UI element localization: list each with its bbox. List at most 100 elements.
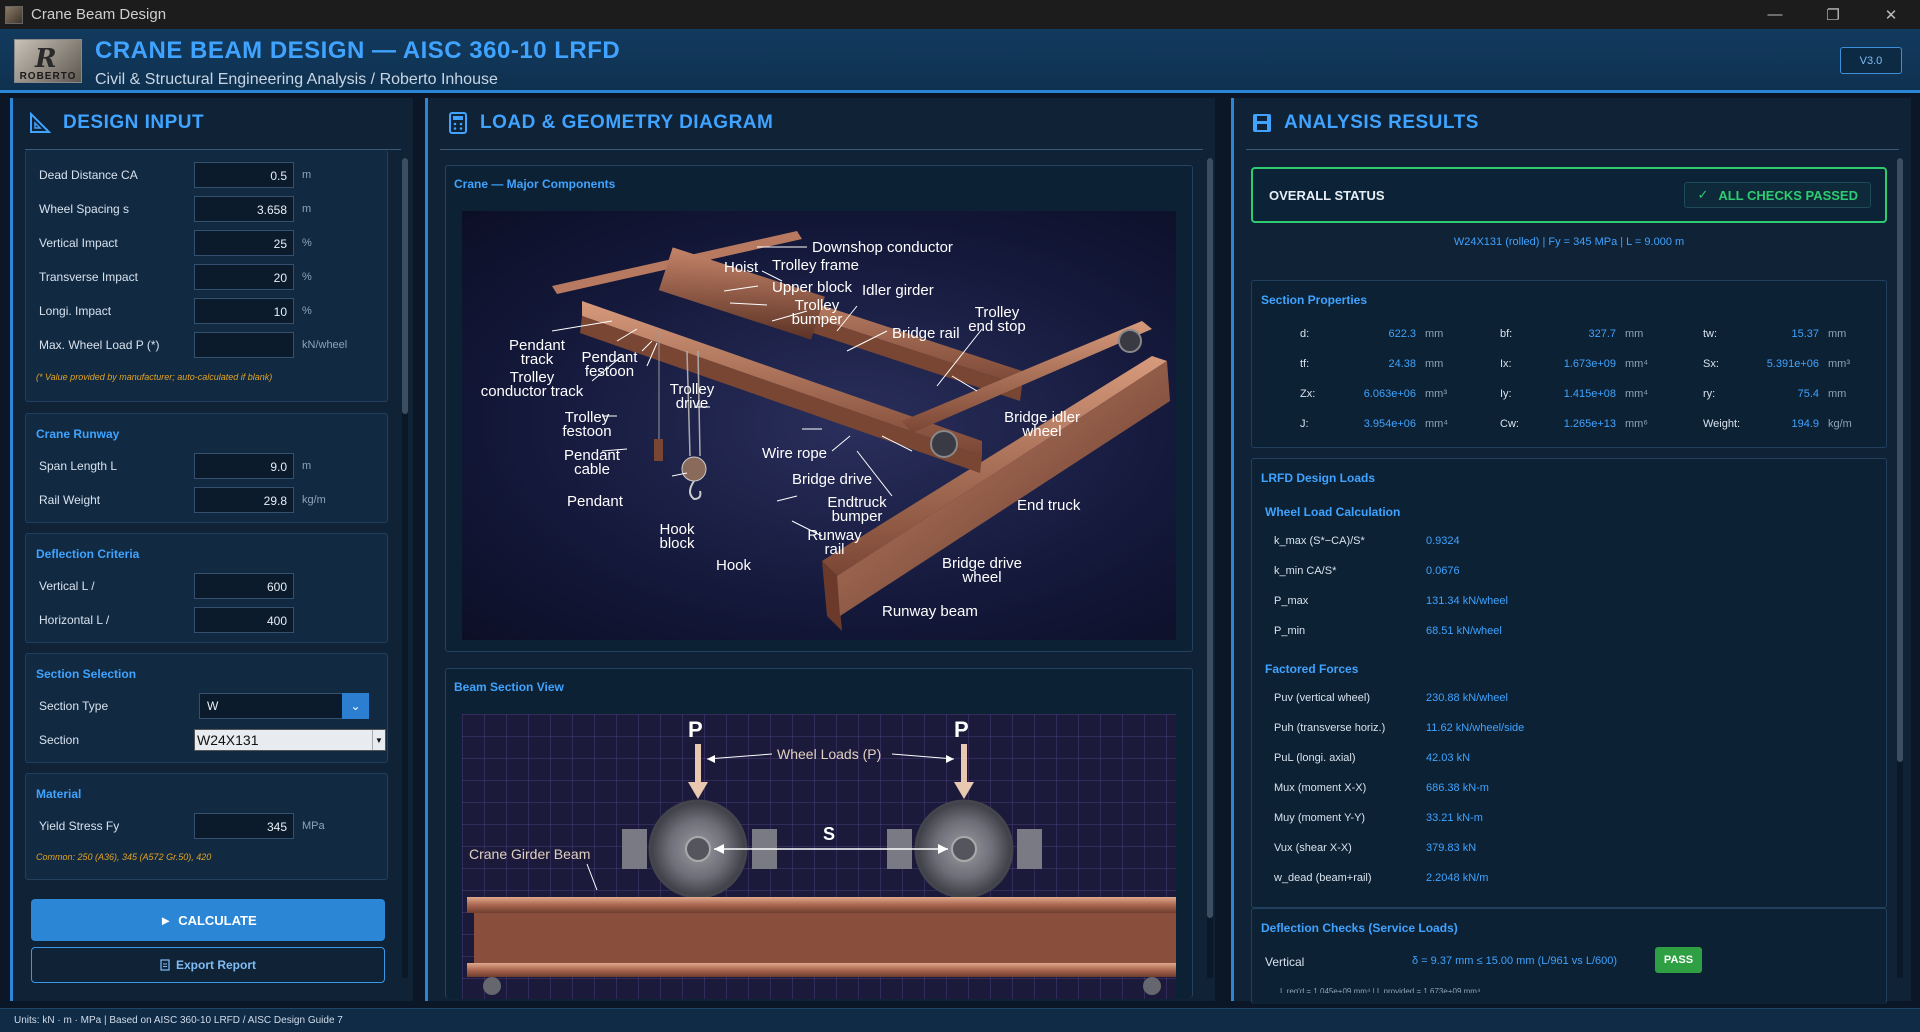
property-name: Iy: bbox=[1500, 388, 1512, 400]
deflection-title: Deflection Criteria bbox=[36, 547, 140, 561]
beam-section-card: Beam Section View P P Wheel Loads (P) S … bbox=[445, 668, 1193, 999]
material-note: Common: 250 (A36), 345 (A572 Gr.50), 420 bbox=[36, 852, 212, 862]
row-value: 686.38 kN-m bbox=[1426, 782, 1489, 794]
calculate-button[interactable]: ► CALCULATE bbox=[31, 899, 385, 941]
row-value: 131.34 kN/wheel bbox=[1426, 595, 1508, 607]
deflection-vertical-value: δ = 9.37 mm ≤ 15.00 mm (L/961 vs L/600) bbox=[1412, 955, 1618, 967]
maximize-button[interactable]: ❐ bbox=[1804, 0, 1862, 29]
property-value: 5.391e+06 bbox=[1766, 358, 1819, 370]
runway-title: Crane Runway bbox=[36, 427, 120, 441]
app-icon bbox=[5, 5, 23, 24]
property-value: 24.38 bbox=[1388, 358, 1416, 370]
overall-status-label: OVERALL STATUS bbox=[1269, 188, 1385, 203]
property-value: 3.954e+06 bbox=[1363, 418, 1416, 430]
property-name: bf: bbox=[1500, 328, 1513, 340]
crane-params-card: Dead Distance CA 0.5 m Wheel Spacing s 3… bbox=[25, 150, 388, 402]
divider bbox=[1246, 149, 1899, 150]
property-unit: kg/m bbox=[1828, 418, 1852, 430]
horizontal-limit-input[interactable]: 400 bbox=[194, 607, 294, 633]
property-name: tw: bbox=[1703, 328, 1718, 340]
property-value: 1.265e+13 bbox=[1563, 418, 1616, 430]
wheel-load-title: Wheel Load Calculation bbox=[1265, 505, 1401, 519]
left-scrollbar[interactable] bbox=[402, 158, 408, 978]
vertical-limit-input[interactable]: 600 bbox=[194, 573, 294, 599]
field-longi-impact: Longi. Impact 10 % bbox=[39, 298, 312, 324]
overall-status-card: OVERALL STATUS ✓ ALL CHECKS PASSED bbox=[1251, 167, 1887, 223]
label-pendant-track: Pendant track bbox=[509, 337, 565, 368]
deflection-pass-badge: PASS bbox=[1655, 947, 1702, 973]
material-title: Material bbox=[36, 787, 82, 801]
section-select[interactable]: W24X131 ▼ bbox=[194, 729, 386, 751]
longi-impact-input[interactable]: 10 bbox=[194, 298, 294, 324]
max-wheel-load-input[interactable] bbox=[194, 332, 294, 358]
field-span-length: Span Length L 9.0 m bbox=[39, 453, 311, 479]
row-label: k_max (S*−CA)/S* bbox=[1274, 535, 1365, 547]
right-scrollbar[interactable] bbox=[1897, 158, 1903, 978]
section-selection-card: Section Selection Section Type W ⌄ Sectio… bbox=[25, 653, 388, 763]
label-end-truck: End truck bbox=[1017, 497, 1081, 514]
chevron-down-icon[interactable]: ⌄ bbox=[342, 693, 369, 719]
span-length-input[interactable]: 9.0 bbox=[194, 453, 294, 479]
row-value: 68.51 kN/wheel bbox=[1426, 625, 1502, 637]
material-card: Material Yield Stress Fy 345 MPa Common:… bbox=[25, 773, 388, 880]
field-section: Section W24X131 ▼ bbox=[39, 727, 386, 753]
crane-runway-card: Crane Runway Span Length L 9.0 m Rail We… bbox=[25, 413, 388, 523]
rail-weight-input[interactable]: 29.8 bbox=[194, 487, 294, 513]
label-crane-girder-beam: Crane Girder Beam bbox=[469, 846, 591, 862]
property-unit: mm³ bbox=[1828, 358, 1850, 370]
row-label: Mux (moment X-X) bbox=[1274, 782, 1367, 794]
lrfd-loads-title: LRFD Design Loads bbox=[1261, 471, 1376, 485]
app-title: CRANE BEAM DESIGN — AISC 360-10 LRFD bbox=[95, 37, 621, 64]
document-icon bbox=[160, 959, 170, 971]
row-value: 0.0676 bbox=[1426, 565, 1460, 577]
label-trolley-drive: Trolley drive bbox=[669, 381, 715, 412]
field-section-type: Section Type W ⌄ bbox=[39, 693, 369, 719]
section-type-select[interactable]: W ⌄ bbox=[199, 693, 369, 719]
property-unit: mm bbox=[1425, 358, 1444, 370]
crane-illustration: Downshop conductor Trolley frame Hoist U… bbox=[462, 211, 1176, 640]
version-badge: V3.0 bbox=[1840, 47, 1902, 74]
factored-forces-title: Factored Forces bbox=[1265, 662, 1359, 676]
wheel-spacing-input[interactable]: 3.658 bbox=[194, 196, 294, 222]
row-label: PuL (longi. axial) bbox=[1274, 752, 1356, 764]
property-value: 327.7 bbox=[1588, 328, 1616, 340]
section-selection-title: Section Selection bbox=[36, 667, 137, 681]
middle-scrollbar[interactable] bbox=[1207, 158, 1213, 978]
property-unit: mm bbox=[1828, 328, 1847, 340]
row-value: 0.9324 bbox=[1426, 535, 1460, 547]
row-value: 33.21 kN-m bbox=[1426, 812, 1483, 824]
transverse-impact-input[interactable]: 20 bbox=[194, 264, 294, 290]
property-unit: mm⁴ bbox=[1625, 388, 1649, 400]
field-vertical-impact: Vertical Impact 25 % bbox=[39, 230, 312, 256]
vertical-impact-input[interactable]: 25 bbox=[194, 230, 294, 256]
property-value: 622.3 bbox=[1388, 328, 1416, 340]
close-button[interactable]: ✕ bbox=[1862, 0, 1920, 29]
property-unit: mm bbox=[1625, 328, 1644, 340]
label-trolley-end-stop: Trolley end stop bbox=[968, 304, 1026, 335]
label-wire-rope: Wire rope bbox=[762, 445, 828, 462]
label-endtruck-bumper: Endtruck bumper bbox=[827, 494, 887, 525]
field-rail-weight: Rail Weight 29.8 kg/m bbox=[39, 487, 326, 513]
label-runway-rail: Runway rail bbox=[807, 527, 862, 558]
label-wheel-loads: Wheel Loads (P) bbox=[777, 746, 882, 762]
panel-title-results: ANALYSIS RESULTS bbox=[1284, 112, 1479, 133]
yield-stress-input[interactable]: 345 bbox=[194, 813, 294, 839]
label-p-left: P bbox=[688, 717, 703, 742]
field-horizontal-limit: Horizontal L / 400 bbox=[39, 607, 294, 633]
deflection-inertia-note: I_req'd = 1.045e+09 mm⁴ | I_provided = 1… bbox=[1280, 987, 1481, 993]
property-value: 1.415e+08 bbox=[1563, 388, 1616, 400]
dead-distance-input[interactable]: 0.5 bbox=[194, 162, 294, 188]
label-hoist: Hoist bbox=[724, 259, 759, 276]
property-value: 194.9 bbox=[1791, 418, 1819, 430]
row-value: 379.83 kN bbox=[1426, 842, 1477, 854]
deflection-criteria-card: Deflection Criteria Vertical L / 600 Hor… bbox=[25, 533, 388, 643]
property-unit: mm⁶ bbox=[1625, 418, 1648, 430]
label-upper-block: Upper block bbox=[772, 279, 853, 296]
minimize-button[interactable]: — bbox=[1746, 0, 1804, 29]
field-yield-stress: Yield Stress Fy 345 MPa bbox=[39, 813, 325, 839]
app-subtitle: Civil & Structural Engineering Analysis … bbox=[95, 71, 498, 88]
export-report-button[interactable]: Export Report bbox=[31, 947, 385, 983]
dropdown-arrow-icon[interactable]: ▼ bbox=[372, 730, 385, 750]
section-summary: W24X131 (rolled) | Fy = 345 MPa | L = 9.… bbox=[1453, 236, 1685, 248]
field-transverse-impact: Transverse Impact 20 % bbox=[39, 264, 312, 290]
